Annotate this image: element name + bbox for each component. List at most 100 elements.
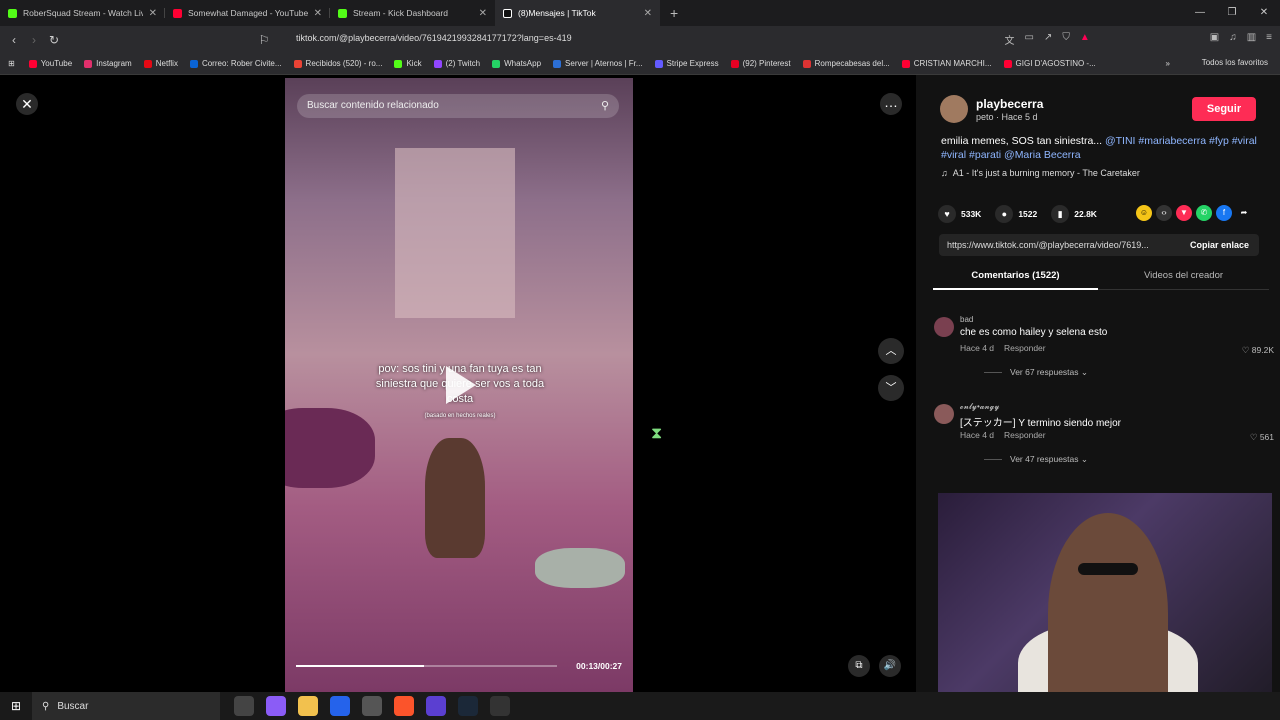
tab-kick-dashboard[interactable]: Stream - Kick Dashboard ✕ (330, 0, 495, 26)
copy-link-button[interactable]: Copiar enlace (1190, 234, 1249, 256)
tab-comments[interactable]: Comentarios (1522) (933, 265, 1098, 290)
bookmark-kick[interactable]: Kick (394, 59, 422, 68)
url-field[interactable]: tiktok.com/@playbecerra/video/7619421993… (296, 33, 572, 43)
follow-button[interactable]: Seguir (1192, 97, 1256, 121)
all-bookmarks[interactable]: Todos los favoritos (1202, 58, 1268, 67)
file-explorer-icon[interactable] (298, 696, 318, 716)
cast-icon[interactable]: ▭ (1025, 32, 1034, 47)
save-button[interactable]: ▮ 22.8K (1051, 205, 1097, 223)
back-icon[interactable]: ‹ (4, 33, 24, 47)
previous-video-button[interactable]: ︿ (878, 338, 904, 364)
bookmark-correo[interactable]: Correo: Rober Civite... (189, 59, 282, 68)
username[interactable]: playbecerra (976, 97, 1043, 111)
taskbar-search[interactable]: ⚲ Buscar (32, 692, 220, 720)
music-note-icon: ♫ (941, 168, 948, 178)
more-options-button[interactable]: … (880, 93, 902, 115)
pip-icon[interactable]: ⧉ (848, 655, 870, 677)
copilot-icon[interactable] (266, 696, 286, 716)
comment-like[interactable]: ♡ 561 (1250, 432, 1274, 443)
related-search-input[interactable]: Buscar contenido relacionado ⚲ (297, 94, 619, 118)
close-window-icon[interactable]: ✕ (1248, 0, 1280, 26)
apps-grid-icon[interactable]: ⊞ (8, 59, 15, 68)
more-bookmarks-icon[interactable]: » (1166, 59, 1170, 68)
bookmark-youtube[interactable]: YouTube (28, 59, 72, 68)
view-replies-button[interactable]: Ver 67 respuestas ⌄ (984, 367, 1088, 378)
facebook-icon[interactable]: f (1216, 205, 1232, 221)
translate-icon[interactable]: 文 (1005, 32, 1015, 47)
minimize-icon[interactable]: — (1184, 0, 1216, 26)
task-view-icon[interactable] (234, 696, 254, 716)
extension-icons: 文 ▭ ↗ ⛉ ▲ ▣ ♫ ▥ ≡ (1005, 32, 1273, 47)
app-icon[interactable] (362, 696, 382, 716)
bookmark-twitch[interactable]: (2) Twitch (433, 59, 480, 68)
window-controls: — ❐ ✕ (1184, 0, 1280, 26)
obs-icon[interactable] (490, 696, 510, 716)
whatsapp-icon[interactable]: ✆ (1196, 205, 1212, 221)
bookmark-stripe[interactable]: Stripe Express (654, 59, 719, 68)
share-arrow-icon[interactable]: ➦ (1236, 205, 1252, 221)
tab-youtube[interactable]: Somewhat Damaged - YouTube ✕ (165, 0, 330, 26)
windows-start-icon[interactable]: ⊞ (0, 699, 32, 713)
volume-icon[interactable]: 🔊 (879, 655, 901, 677)
send-icon[interactable]: ▼ (1176, 205, 1192, 221)
video-player[interactable]: Buscar contenido relacionado ⚲ pov: sos … (285, 78, 633, 692)
comment-like[interactable]: ♡ 89.2K (1242, 345, 1274, 356)
reply-button[interactable]: Responder (1004, 430, 1046, 440)
tiktok-icon (503, 8, 512, 18)
brave-icon[interactable] (394, 696, 414, 716)
share-icon[interactable]: ↗ (1044, 32, 1052, 47)
new-tab-button[interactable]: + (670, 5, 678, 21)
close-tab-icon[interactable]: ✕ (149, 8, 157, 19)
bookmark-netflix[interactable]: Netflix (143, 59, 178, 68)
comment-icon: ● (995, 205, 1014, 223)
play-icon[interactable] (446, 366, 476, 404)
bookmark-instagram[interactable]: Instagram (84, 59, 132, 68)
coin-icon[interactable]: ☺ (1136, 205, 1152, 221)
bookmark-pinterest[interactable]: (92) Pinterest (730, 59, 791, 68)
close-video-button[interactable]: ✕ (16, 93, 38, 115)
comment-button[interactable]: ● 1522 (995, 205, 1037, 223)
avatar[interactable] (934, 317, 954, 337)
tab-robersquad[interactable]: RoberSquad Stream - Watch Live ✕ (0, 0, 165, 26)
reload-icon[interactable]: ↻ (44, 33, 64, 47)
steam-icon[interactable] (458, 696, 478, 716)
embed-icon[interactable]: ‹› (1156, 205, 1172, 221)
bookmark-gmail[interactable]: Recibidos (520) - ro... (293, 59, 382, 68)
close-tab-icon[interactable]: ✕ (479, 8, 487, 19)
restore-icon[interactable]: ❐ (1216, 0, 1248, 26)
tab-creator-videos[interactable]: Videos del creador (1098, 265, 1269, 287)
kick-icon (338, 8, 347, 18)
menu-icon[interactable]: ≡ (1266, 32, 1272, 47)
sidebar-icon[interactable]: ▥ (1247, 32, 1256, 47)
discord-icon[interactable] (426, 696, 446, 716)
avatar[interactable] (934, 404, 954, 424)
bookmark-whatsapp[interactable]: WhatsApp (492, 59, 541, 68)
music-icon[interactable]: ♫ (1229, 32, 1237, 47)
tab-tiktok[interactable]: (8)Mensajes | TikTok ✕ (495, 0, 660, 26)
store-icon[interactable] (330, 696, 350, 716)
bookmark-gigi[interactable]: GIGI D'AGOSTINO -... (1003, 59, 1096, 68)
video-frame (395, 148, 515, 318)
bookmark-aternos[interactable]: Server | Aternos | Fr... (553, 59, 643, 68)
close-tab-icon[interactable]: ✕ (314, 8, 322, 19)
brave-rewards-icon[interactable]: ▲ (1080, 32, 1090, 47)
panel-tabs: Comentarios (1522) Videos del creador (933, 265, 1269, 290)
search-icon[interactable]: ⚲ (601, 94, 609, 118)
music-link[interactable]: ♫ A1 - It's just a burning memory - The … (941, 168, 1140, 178)
cursor-icon: ⧗ (651, 425, 663, 442)
bookmark-icon[interactable]: ⚐ (254, 33, 274, 47)
brave-shield-icon[interactable]: ⛉ (1062, 32, 1070, 47)
view-replies-button[interactable]: Ver 47 respuestas ⌄ (984, 454, 1088, 465)
bookmark-rompecabezas[interactable]: Rompecabesas del... (802, 59, 890, 68)
share-options: ☺ ‹› ▼ ✆ f ➦ (1136, 205, 1252, 221)
forward-icon[interactable]: › (24, 33, 44, 47)
wallet-icon[interactable]: ▣ (1210, 32, 1219, 47)
close-tab-icon[interactable]: ✕ (644, 8, 652, 19)
avatar[interactable] (940, 95, 968, 123)
like-button[interactable]: ♥ 533K (938, 205, 981, 223)
post-link-field[interactable]: https://www.tiktok.com/@playbecerra/vide… (939, 234, 1259, 256)
next-video-button[interactable]: ﹀ (878, 375, 904, 401)
reply-button[interactable]: Responder (1004, 343, 1046, 353)
video-progress-bar[interactable] (296, 665, 557, 667)
bookmark-cristian[interactable]: CRISTIAN MARCHI... (901, 59, 992, 68)
